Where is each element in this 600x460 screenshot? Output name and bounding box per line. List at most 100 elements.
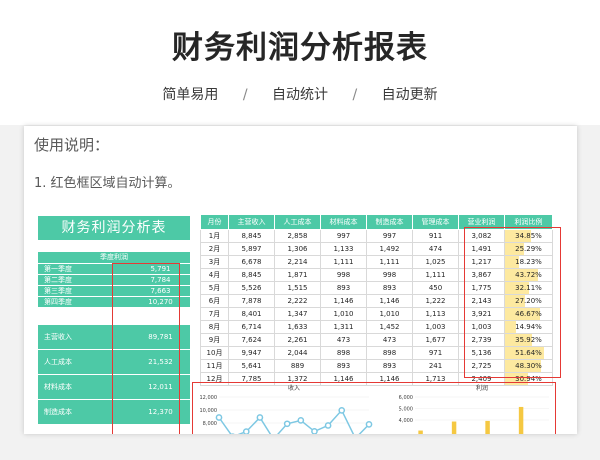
table-cell: 893 [320,359,367,373]
table-cell: 1,306 [274,242,321,256]
summary-title: 财务利润分析表 [38,216,190,240]
table-cell: 8,845 [228,268,275,282]
charts-canvas: 收入 12,000 10,000 8,000 利润 6,000 5,000 4,000 [200,384,549,434]
table-cell: 1,133 [320,242,367,256]
table-cell: 2,222 [274,294,321,308]
profit-bar [518,406,524,434]
table-cell: 1,146 [366,294,413,308]
table-cell: 3月 [200,255,229,269]
table-cell: 7,624 [228,333,275,347]
table-cell: 1,452 [366,320,413,334]
y-tick-label: 4,000 [399,418,413,424]
table-cell: 2,858 [274,229,321,243]
table-cell: 6月 [200,294,229,308]
table-cell: 6,714 [228,320,275,334]
col-header: 主营收入 [228,214,275,230]
instructions-title: 使用说明： [34,136,110,154]
y-tick-label: 12,000 [200,395,218,401]
feature-separator: / [242,87,248,103]
table-cell: 7月 [200,307,229,321]
table-cell: 1,003 [412,320,459,334]
table-cell: 5月 [200,281,229,295]
table-cell: 1,010 [320,307,367,321]
table-cell: 4月 [200,268,229,282]
table-cell: 241 [412,359,459,373]
table-cell: 1,111 [366,255,413,269]
table-cell: 450 [412,281,459,295]
table-cell: 893 [366,281,413,295]
table-cell: 997 [366,229,413,243]
y-tick-label: 8,000 [203,421,217,427]
table-cell: 1,347 [274,307,321,321]
income-line [218,408,370,434]
table-cell: 1,113 [412,307,459,321]
y-tick-label: 10,000 [200,408,218,414]
table-cell: 1月 [200,229,229,243]
table-cell: 893 [366,359,413,373]
table-cell: 8,401 [228,307,275,321]
col-header: 月份 [200,214,229,230]
table-cell: 9,947 [228,346,275,360]
feature-auto-stats: 自动统计 [272,87,328,103]
table-cell: 971 [412,346,459,360]
profit-bar [485,420,490,434]
income-point [297,417,305,424]
table-cell: 998 [320,268,367,282]
income-point [324,422,332,429]
table-cell: 8月 [200,320,229,334]
income-point [365,421,373,428]
table-cell: 1,111 [320,255,367,269]
income-point [242,428,250,434]
table-cell: 8,845 [228,229,275,243]
table-cell: 1,515 [274,281,321,295]
col-header: 材料成本 [320,214,367,230]
col-header: 人工成本 [274,214,321,230]
table-cell: 5,897 [228,242,275,256]
table-cell: 2,214 [274,255,321,269]
table-cell: 911 [412,229,459,243]
table-cell: 898 [320,346,367,360]
table-cell: 7,878 [228,294,275,308]
table-cell: 1,010 [366,307,413,321]
table-cell: 893 [320,281,367,295]
table-cell: 1,677 [412,333,459,347]
table-cell: 998 [366,268,413,282]
y-tick-label: 5,000 [399,407,413,413]
feature-easy: 简单易用 [162,87,219,103]
table-cell: 10月 [200,346,229,360]
spreadsheet-preview: 使用说明： 1. 红色框区域自动计算。 财务利润分析表 季度利润 第一季度 5,… [24,126,577,434]
hero-banner: 财务利润分析报表 简单易用 / 自动统计 / 自动更新 [0,0,600,125]
feature-auto-update: 自动更新 [381,87,438,103]
table-cell: 5,526 [228,281,275,295]
table-cell: 1,111 [412,268,459,282]
feature-separator: / [352,87,358,103]
y-tick-label: 6,000 [399,395,413,401]
table-cell: 1,492 [366,242,413,256]
chart-title-income: 收入 [288,384,300,392]
table-cell: 5,641 [228,359,275,373]
auto-calc-highlight [464,227,561,378]
charts-area: 收入 12,000 10,000 8,000 利润 6,000 5,000 4,000 [192,382,556,434]
table-cell: 1,871 [274,268,321,282]
col-header: 管理成本 [412,214,459,230]
table-cell: 1,146 [320,294,367,308]
table-cell: 1,025 [412,255,459,269]
profit-bar [451,421,457,434]
table-cell: 2月 [200,242,229,256]
table-cell: 2,261 [274,333,321,347]
chart-title-profit: 利润 [476,384,488,392]
table-cell: 889 [274,359,321,373]
table-cell: 997 [320,229,367,243]
table-cell: 474 [412,242,459,256]
col-header: 制造成本 [366,214,413,230]
page-title: 财务利润分析报表 [172,30,428,66]
income-point [311,428,318,434]
table-cell: 473 [366,333,413,347]
income-point [256,414,264,421]
table-cell: 1,311 [320,320,367,334]
table-cell: 1,633 [274,320,321,334]
income-point [338,406,346,414]
table-cell: 473 [320,333,367,347]
table-cell: 898 [366,346,413,360]
income-point [215,414,223,421]
